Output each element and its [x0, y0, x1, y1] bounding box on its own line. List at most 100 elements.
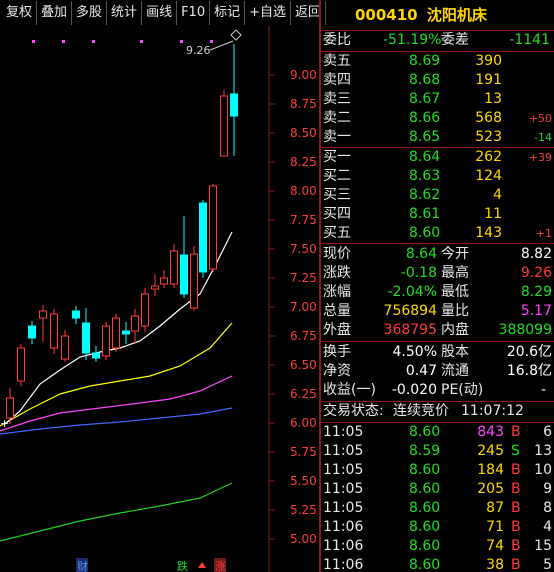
tick-side: S: [511, 443, 520, 459]
draw-line-button[interactable]: 画线: [142, 1, 178, 25]
candles: [6, 44, 238, 424]
finance-marker[interactable]: 财: [77, 559, 88, 572]
bid-row[interactable]: 买四 8.61 11: [321, 205, 554, 224]
price-label: 5.25: [290, 503, 317, 517]
candle-body: [220, 95, 228, 157]
price-label: 7.75: [290, 213, 317, 227]
tick-volume: 71: [486, 519, 504, 535]
weibi-value: -51.19%: [383, 32, 442, 48]
eps-label: 收益(一): [323, 382, 376, 398]
bid-volume: 4: [493, 187, 502, 203]
open-value: 8.82: [520, 246, 552, 262]
bid-level-label: 买四: [323, 206, 351, 222]
ask-row[interactable]: 卖一 8.65 523 -14: [321, 128, 554, 147]
candle-body: [160, 277, 168, 285]
limit-down-marker[interactable]: 跌: [177, 559, 188, 572]
candle-body: [199, 202, 207, 273]
tick-side: B: [511, 500, 521, 516]
ask-volume: 523: [475, 129, 502, 145]
multi-stock-button[interactable]: 多股: [72, 1, 108, 25]
high-value: 9.26: [520, 265, 552, 281]
ask-row[interactable]: 卖五 8.69 390: [321, 52, 554, 71]
bid-row[interactable]: 买三 8.62 4: [321, 186, 554, 205]
net-asset-value: 0.47: [405, 363, 437, 379]
tick-row[interactable]: 11:05 8.60 205 B 9: [321, 480, 554, 499]
ask-row[interactable]: 卖四 8.68 191: [321, 71, 554, 90]
candle-body: [190, 253, 198, 309]
price-label: 7.00: [290, 300, 317, 314]
fuquan-button[interactable]: 复权: [0, 1, 38, 25]
bid-price: 8.63: [409, 168, 441, 184]
ask-row[interactable]: 卖二 8.66 568 +50: [321, 109, 554, 128]
tick-time: 11:06: [323, 519, 364, 535]
quote-row-price: 现价 8.64 今开 8.82: [321, 245, 554, 264]
tick-side: B: [511, 557, 521, 572]
tick-row[interactable]: 11:05 8.60 87 B 8: [321, 499, 554, 518]
tick-row[interactable]: 11:05 8.59 245 S 13: [321, 442, 554, 461]
bid-price: 8.62: [409, 187, 441, 203]
candle-body: [122, 330, 130, 335]
tick-time: 11:05: [323, 424, 364, 440]
tick-row[interactable]: 11:05 8.60 184 B 10: [321, 461, 554, 480]
tick-row[interactable]: 11:06 8.60 38 B 5: [321, 556, 554, 572]
diamond-icon: [230, 29, 242, 41]
quote-panel: 000410 沈阳机床 委比 -51.19% 委差 -1141 卖五 8.69 39…: [321, 0, 554, 572]
statistics-button[interactable]: 统计: [107, 1, 143, 25]
price-label: 8.50: [290, 126, 317, 140]
chart-canvas[interactable]: 9.00 8.75 8.50 8.25 8.00 7.75 7.50 7.25 …: [0, 26, 320, 572]
ask-volume: 568: [475, 110, 502, 126]
tick-row[interactable]: 11:06 8.60 74 B 15: [321, 537, 554, 556]
volume-ratio-value: 5.17: [520, 303, 552, 319]
open-label: 今开: [441, 246, 469, 262]
price-label: 7.25: [290, 271, 317, 285]
eps-value: -0.020: [391, 382, 437, 398]
bid-level-label: 买一: [323, 149, 351, 165]
limit-up-marker[interactable]: 涨: [215, 560, 226, 572]
bid-row[interactable]: 买五 8.60 143 +1: [321, 224, 554, 243]
tick-volume: 843: [477, 424, 504, 440]
tick-count: 15: [534, 538, 552, 554]
ma-line-blue: [0, 407, 233, 435]
volume-label: 总量: [323, 303, 351, 319]
tick-row[interactable]: 11:06 8.60 71 B 4: [321, 518, 554, 537]
candle-body: [82, 322, 90, 354]
ask-price: 8.69: [409, 53, 441, 69]
tick-volume: 245: [477, 443, 504, 459]
ask-volume: 13: [484, 91, 502, 107]
trade-status-label: 交易状态:: [323, 403, 384, 419]
ask-level-label: 卖五: [323, 53, 351, 69]
quote-row-volume: 总量 756894 量比 5.17: [321, 302, 554, 321]
bid-row[interactable]: 买二 8.63 124: [321, 167, 554, 186]
price-label: 7.50: [290, 242, 317, 256]
bid-price: 8.64: [409, 149, 441, 165]
weicha-value: -1141: [509, 32, 550, 48]
weicha-label: 委差: [441, 32, 469, 48]
price-label: 6.00: [290, 416, 317, 430]
pe-value: -: [540, 382, 546, 398]
ask-level-label: 卖四: [323, 72, 351, 88]
bid-price: 8.60: [409, 225, 441, 241]
tick-time: 11:05: [323, 443, 364, 459]
f10-button[interactable]: F10: [177, 1, 211, 25]
tick-count: 4: [543, 519, 552, 535]
overlay-button[interactable]: 叠加: [37, 1, 73, 25]
bid-volume: 143: [475, 225, 502, 241]
price-label: 8.25: [290, 155, 317, 169]
float-shares-label: 流通: [441, 363, 469, 379]
mark-button[interactable]: 标记: [210, 1, 246, 25]
bid-change: +39: [528, 151, 552, 164]
price-label: 6.25: [290, 387, 317, 401]
ask-change: -14: [534, 131, 552, 144]
tick-side: B: [511, 538, 521, 554]
add-watchlist-button[interactable]: +自选: [245, 1, 292, 25]
change-value: -0.18: [400, 265, 437, 281]
bid-row[interactable]: 买一 8.64 262 +39: [321, 148, 554, 167]
candlestick-chart[interactable]: 9.00 8.75 8.50 8.25 8.00 7.75 7.50 7.25 …: [0, 26, 320, 572]
ask-row[interactable]: 卖三 8.67 13: [321, 90, 554, 109]
candle-body: [92, 352, 100, 359]
stock-name: 沈阳机床: [426, 6, 487, 24]
outer-label: 外盘: [323, 322, 351, 338]
bid-volume: 11: [484, 206, 502, 222]
high-marker-line: [209, 40, 234, 51]
tick-row[interactable]: 11:05 8.60 843 B 6: [321, 423, 554, 442]
